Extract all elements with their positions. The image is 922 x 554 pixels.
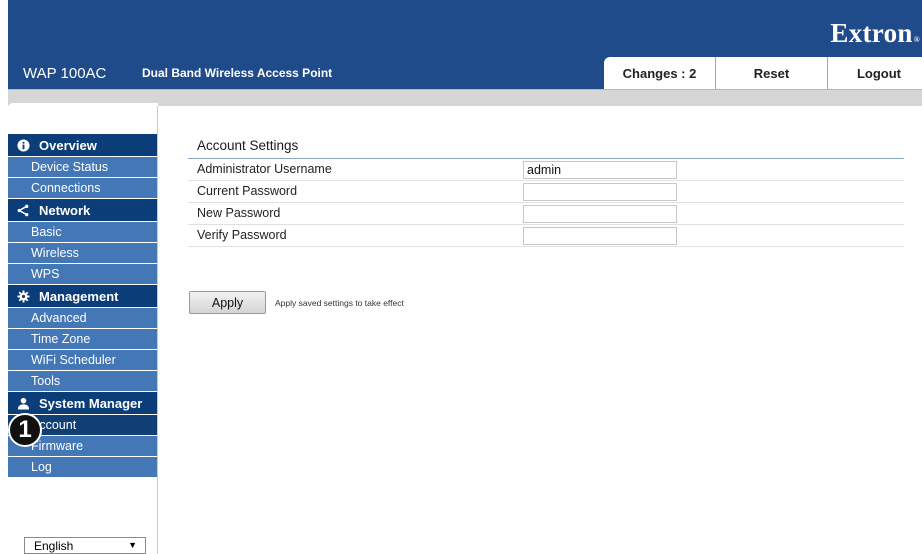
header-bar: Extron® WAP 100AC Dual Band Wireless Acc…	[8, 0, 922, 89]
app-window: Extron® WAP 100AC Dual Band Wireless Acc…	[0, 0, 922, 554]
admin-username-input[interactable]	[523, 161, 677, 179]
nav-section-management[interactable]: Management	[8, 285, 157, 308]
current-password-input[interactable]	[523, 183, 677, 201]
page-title: Account Settings	[197, 138, 299, 153]
sidebar-item-wps[interactable]: WPS	[8, 264, 157, 285]
sidebar-item-log[interactable]: Log	[8, 457, 157, 478]
form-row-new-password: New Password	[188, 203, 904, 225]
nav-section-label: Network	[39, 202, 91, 218]
sidebar-item-advanced[interactable]: Advanced	[8, 308, 157, 329]
account-settings-form: Administrator Username Current Password …	[188, 158, 904, 247]
field-label: New Password	[197, 206, 281, 220]
sidebar-item-time-zone[interactable]: Time Zone	[8, 329, 157, 350]
changes-button[interactable]: Changes : 2	[604, 57, 716, 89]
field-label: Current Password	[197, 184, 298, 198]
brand-logo: Extron®	[830, 18, 920, 49]
sidebar-item-wireless[interactable]: Wireless	[8, 243, 157, 264]
user-icon	[16, 396, 30, 410]
sidebar-item-tools[interactable]: Tools	[8, 371, 157, 392]
gear-icon	[16, 289, 30, 303]
dropdown-arrow-icon: ▼	[128, 540, 137, 550]
field-label: Administrator Username	[197, 162, 332, 176]
sidebar-item-basic[interactable]: Basic	[8, 222, 157, 243]
reset-button[interactable]: Reset	[716, 57, 828, 89]
sidebar: Overview Device Status Connections Netwo…	[8, 106, 158, 554]
field-label: Verify Password	[197, 228, 287, 242]
callout-number-badge: 1	[8, 413, 42, 447]
sidebar-item-device-status[interactable]: Device Status	[8, 157, 157, 178]
nav-section-network[interactable]: Network	[8, 199, 157, 222]
device-model: WAP 100AC	[23, 65, 107, 82]
nav-section-label: System Manager	[39, 395, 143, 411]
device-description: Dual Band Wireless Access Point	[142, 66, 333, 80]
sidebar-item-wifi-scheduler[interactable]: WiFi Scheduler	[8, 350, 157, 371]
logout-button[interactable]: Logout	[828, 57, 922, 89]
form-row-verify-password: Verify Password	[188, 225, 904, 247]
language-selected-value: English	[34, 538, 74, 553]
share-icon	[16, 203, 30, 217]
nav-section-system-manager[interactable]: System Manager	[8, 392, 157, 415]
apply-hint-text: Apply saved settings to take effect	[275, 298, 404, 308]
sidebar-item-connections[interactable]: Connections	[8, 178, 157, 199]
nav-section-overview[interactable]: Overview	[8, 134, 157, 157]
form-row-admin-username: Administrator Username	[188, 159, 904, 181]
nav-section-label: Management	[39, 288, 119, 304]
new-password-input[interactable]	[523, 205, 677, 223]
info-icon	[16, 138, 30, 152]
brand-name: Extron	[830, 18, 913, 48]
language-select[interactable]: English ▼	[24, 537, 146, 554]
brand-registered-mark: ®	[913, 35, 920, 44]
verify-password-input[interactable]	[523, 227, 677, 245]
apply-button[interactable]: Apply	[189, 291, 266, 314]
nav-section-label: Overview	[39, 137, 97, 153]
main-content: Account Settings Administrator Username …	[158, 106, 922, 554]
form-row-current-password: Current Password	[188, 181, 904, 203]
